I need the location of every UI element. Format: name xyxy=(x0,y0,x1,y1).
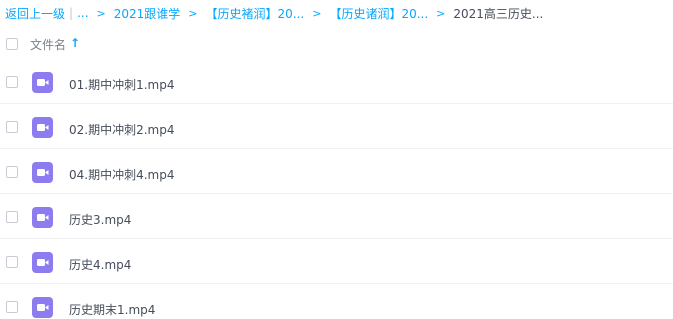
breadcrumb-ellipsis[interactable]: ... xyxy=(77,6,88,20)
file-name[interactable]: 01.期中冲刺1.mp4 xyxy=(69,76,174,93)
file-browser: 返回上一级 | ... > 2021跟谁学 > 【历史褚润】20... > 【历… xyxy=(0,0,673,319)
sort-ascending-icon[interactable]: ↑ xyxy=(70,36,80,50)
file-row[interactable]: 历史4.mp4 xyxy=(0,239,673,284)
breadcrumb-current: 2021高三历史... xyxy=(453,6,544,21)
file-list: 01.期中冲刺1.mp4 02.期中冲刺2.mp4 04.期中冲刺4.mp4 历… xyxy=(0,59,673,319)
file-row[interactable]: 04.期中冲刺4.mp4 xyxy=(0,149,673,194)
filename-column-header[interactable]: 文件名 xyxy=(30,36,66,53)
video-file-icon xyxy=(32,252,53,273)
select-all-checkbox[interactable] xyxy=(6,38,18,50)
row-checkbox[interactable] xyxy=(6,211,18,223)
file-name[interactable]: 04.期中冲刺4.mp4 xyxy=(69,166,174,183)
breadcrumb: 返回上一级 | ... > 2021跟谁学 > 【历史褚润】20... > 【历… xyxy=(5,4,543,22)
breadcrumb-item[interactable]: 2021跟谁学 xyxy=(114,5,181,22)
file-name[interactable]: 02.期中冲刺2.mp4 xyxy=(69,121,174,138)
row-checkbox[interactable] xyxy=(6,76,18,88)
list-header: 文件名 ↑ xyxy=(0,29,673,59)
chevron-right-icon: > xyxy=(188,6,198,20)
file-row[interactable]: 历史期末1.mp4 xyxy=(0,284,673,319)
chevron-right-icon: > xyxy=(312,6,322,20)
row-checkbox[interactable] xyxy=(6,301,18,313)
file-row[interactable]: 历史3.mp4 xyxy=(0,194,673,239)
video-file-icon xyxy=(32,297,53,318)
chevron-right-icon: > xyxy=(436,6,446,20)
file-row[interactable]: 02.期中冲刺2.mp4 xyxy=(0,104,673,149)
row-checkbox[interactable] xyxy=(6,166,18,178)
video-file-icon xyxy=(32,162,53,183)
video-file-icon xyxy=(32,72,53,93)
file-name[interactable]: 历史4.mp4 xyxy=(69,256,131,273)
breadcrumb-divider: | xyxy=(69,6,74,20)
breadcrumb-item[interactable]: 【历史褚润】20... xyxy=(206,5,305,22)
row-checkbox[interactable] xyxy=(6,256,18,268)
chevron-right-icon: > xyxy=(96,6,106,20)
file-name[interactable]: 历史3.mp4 xyxy=(69,211,131,228)
file-name[interactable]: 历史期末1.mp4 xyxy=(69,301,155,318)
back-link[interactable]: 返回上一级 xyxy=(5,5,65,22)
video-file-icon xyxy=(32,117,53,138)
breadcrumb-item[interactable]: 【历史诸润】20... xyxy=(329,5,428,22)
file-row[interactable]: 01.期中冲刺1.mp4 xyxy=(0,59,673,104)
video-file-icon xyxy=(32,207,53,228)
row-checkbox[interactable] xyxy=(6,121,18,133)
